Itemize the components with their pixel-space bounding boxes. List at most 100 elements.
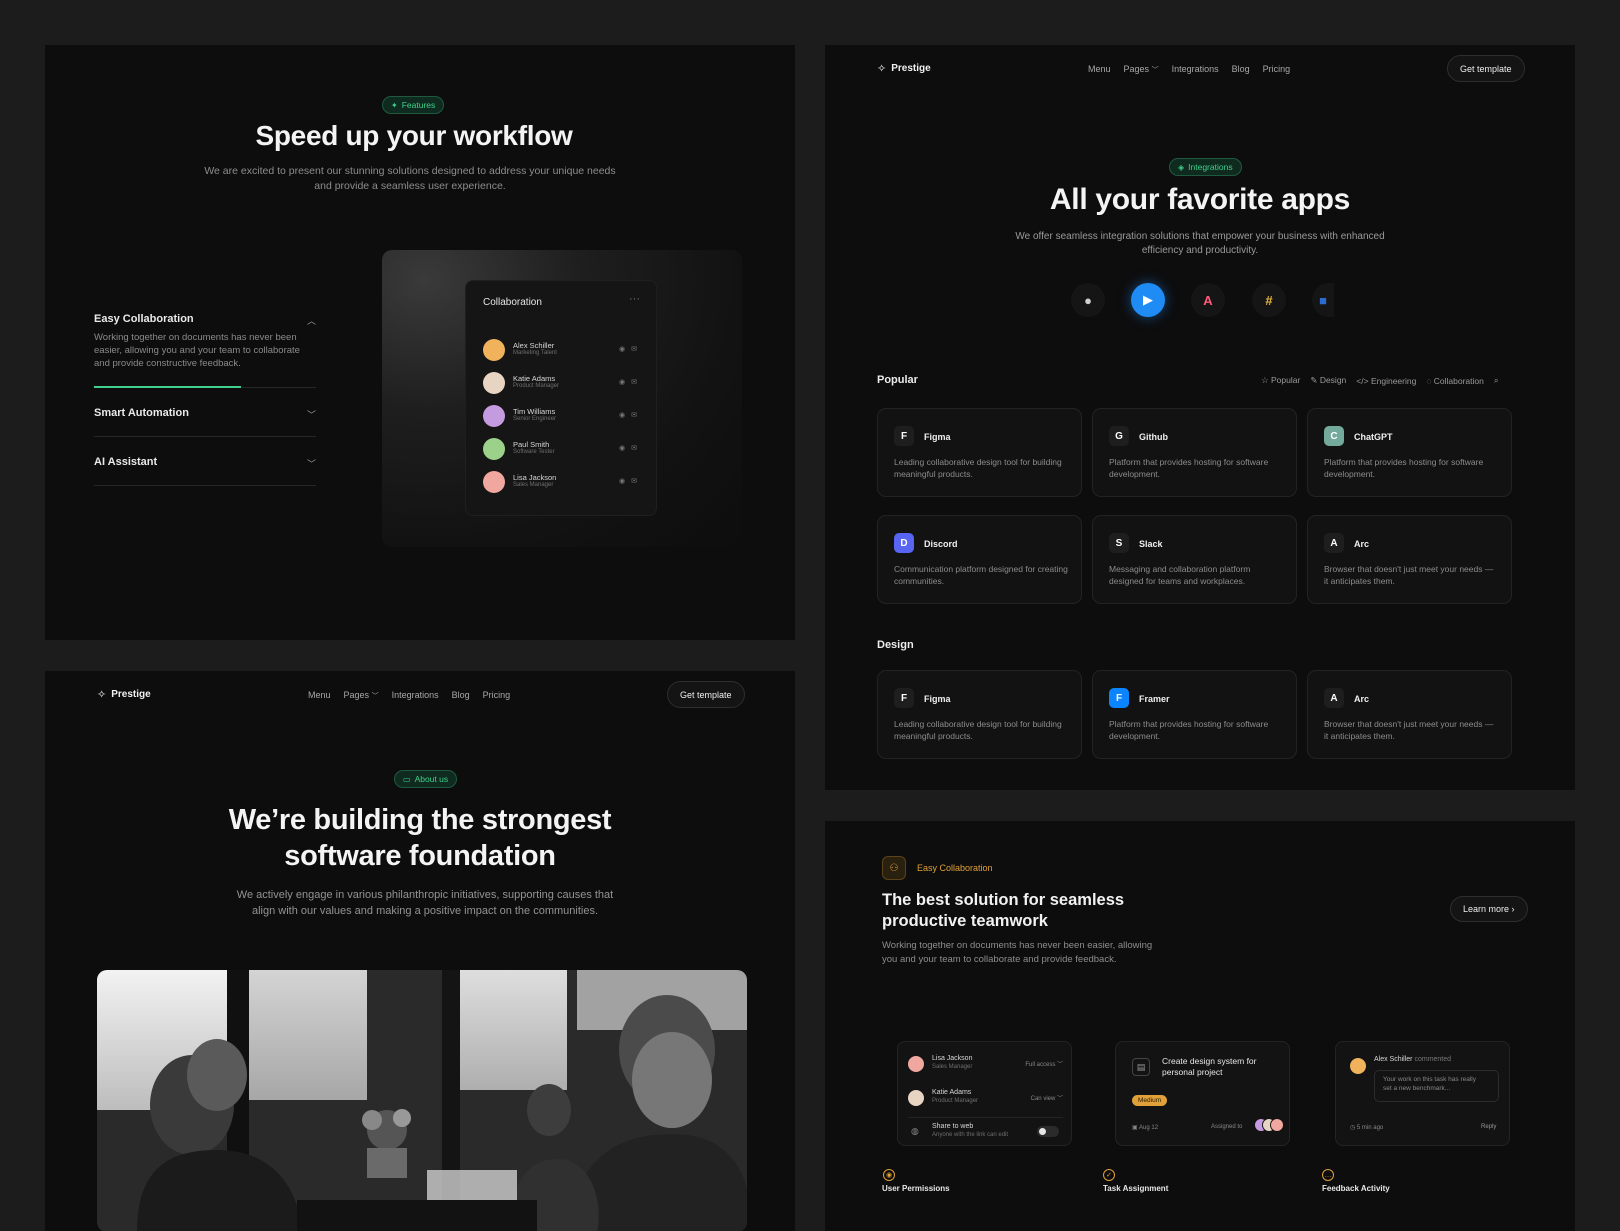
- nav-link-integrations[interactable]: Integrations: [1172, 64, 1219, 75]
- app-icon[interactable]: ■: [1312, 283, 1334, 317]
- nav-link-pricing[interactable]: Pricing: [483, 690, 511, 701]
- chevron-down-icon: ﹀: [371, 693, 379, 700]
- contact-icons[interactable]: ◉✉: [619, 411, 643, 419]
- filter-design[interactable]: ✎ Design: [1310, 375, 1346, 386]
- nav-link-menu[interactable]: Menu: [308, 690, 331, 701]
- reply-button[interactable]: Reply: [1481, 1124, 1496, 1130]
- share-toggle[interactable]: [1037, 1126, 1059, 1137]
- comment-header: Alex Schiller commented: [1374, 1056, 1452, 1063]
- accordion-divider: [94, 485, 316, 486]
- integration-card-discord[interactable]: D Discord Communication platform designed …: [877, 515, 1082, 604]
- search-icon[interactable]: ⌕: [1494, 375, 1499, 386]
- integration-name: Figma: [924, 694, 951, 704]
- contact-icons[interactable]: ◉✉: [619, 477, 643, 485]
- nav-link-blog[interactable]: Blog: [452, 690, 470, 701]
- nav-link-pages[interactable]: Pages ﹀: [1124, 64, 1159, 75]
- features-badge: ✦ Features: [382, 96, 445, 114]
- collaborator-row[interactable]: Lisa Jackson Sales Manager ◉✉: [483, 469, 643, 495]
- accordion-item-easy-collaboration[interactable]: Easy Collaboration ︿ Working together on…: [94, 313, 316, 370]
- avatar: [483, 405, 505, 427]
- collaborator-row[interactable]: Tim Williams Senior Engineer ◉✉: [483, 403, 643, 429]
- task-card: ▤ Create design system for personal proj…: [1115, 1041, 1290, 1146]
- integration-card-figma[interactable]: F Figma Leading collaborative design tool …: [877, 670, 1082, 759]
- about-badge: ▭ About us: [394, 770, 458, 788]
- slack-icon: S: [1109, 533, 1129, 553]
- page-subtitle: We are excited to present our stunning s…: [204, 165, 616, 192]
- contact-icons[interactable]: ◉✉: [619, 345, 643, 353]
- chatgpt-icon: C: [1324, 426, 1344, 446]
- feature-task-assignment: Task Assignment: [1103, 1184, 1169, 1193]
- integration-card-arc[interactable]: A Arc Browser that doesn't just meet your …: [1307, 670, 1512, 759]
- integration-description: Communication platform designed for crea…: [894, 564, 1068, 586]
- permission-row[interactable]: Katie Adams Product Manager Can view ﹀: [908, 1086, 1063, 1112]
- avatar: [483, 339, 505, 361]
- integration-card-chatgpt[interactable]: C ChatGPT Platform that provides hosting f…: [1307, 408, 1512, 497]
- learn-more-button[interactable]: Learn more ›: [1450, 896, 1528, 922]
- integration-card-slack[interactable]: S Slack Messaging and collaboration platfo…: [1092, 515, 1297, 604]
- chat-icon: ◌: [1426, 375, 1432, 386]
- contact-icons[interactable]: ◉✉: [619, 378, 643, 386]
- accordion-divider: [94, 436, 316, 437]
- integration-name: Slack: [1139, 539, 1163, 549]
- integration-description: Browser that doesn't just meet your need…: [1324, 564, 1494, 586]
- contact-icons[interactable]: ◉✉: [619, 444, 643, 452]
- get-template-button[interactable]: Get template: [1447, 55, 1525, 82]
- arc-icon[interactable]: A: [1191, 283, 1225, 317]
- page-title: Speed up your workflow: [255, 120, 573, 151]
- integrations-badge: ◈ Integrations: [1169, 158, 1242, 176]
- collaborator-name: Katie Adams: [513, 374, 556, 383]
- slack-icon[interactable]: #: [1252, 283, 1286, 317]
- filter-engineering[interactable]: </> Engineering: [1356, 376, 1416, 386]
- integration-name: Arc: [1354, 539, 1370, 549]
- collaborator-row[interactable]: Alex Schiller Marketing Talent ◉✉: [483, 337, 643, 363]
- nav-link-menu[interactable]: Menu: [1088, 64, 1111, 75]
- access-select[interactable]: Full access ﹀: [1025, 1059, 1063, 1068]
- accordion-item-ai-assistant[interactable]: AI Assistant ﹀: [94, 456, 316, 469]
- filter-popular[interactable]: ☆ Popular: [1261, 375, 1300, 386]
- section-title: The best solution for seamless productiv…: [882, 891, 1125, 930]
- github-icon[interactable]: ●: [1071, 283, 1105, 317]
- collaborator-role: Sales Manager: [513, 482, 554, 488]
- zoom-icon[interactable]: ▶: [1131, 283, 1165, 317]
- get-template-button[interactable]: Get template: [667, 681, 745, 708]
- integration-card-github[interactable]: G Github Platform that provides hosting fo…: [1092, 408, 1297, 497]
- brand-logo[interactable]: ✧ Prestige: [97, 688, 151, 701]
- avatar: [908, 1090, 924, 1106]
- collaborator-row[interactable]: Katie Adams Product Manager ◉✉: [483, 370, 643, 396]
- filter-collaboration[interactable]: ◌ Collaboration: [1426, 376, 1484, 386]
- accordion-item-smart-automation[interactable]: Smart Automation ﹀: [94, 407, 316, 420]
- integration-card-arc[interactable]: A Arc Browser that doesn't just meet your …: [1307, 515, 1512, 604]
- pen-icon: ✎: [1310, 375, 1318, 385]
- permission-row[interactable]: Lisa Jackson Sales Manager Full access ﹀: [908, 1052, 1063, 1078]
- avatar: [908, 1056, 924, 1072]
- accordion-progress-bar: [94, 386, 241, 388]
- integration-name: Framer: [1139, 694, 1170, 704]
- more-icon[interactable]: ···: [629, 293, 640, 305]
- nav-link-pricing[interactable]: Pricing: [1263, 64, 1291, 75]
- globe-icon: ◍: [911, 1126, 919, 1136]
- collaborator-role: Software Tester: [513, 449, 555, 455]
- collaborator-role: Senior Engineer: [513, 416, 557, 422]
- layers-icon: ◈: [1178, 162, 1185, 172]
- collaborator-row[interactable]: Paul Smith Software Tester ◉✉: [483, 436, 643, 462]
- collaborator-name: Lisa Jackson: [513, 473, 557, 482]
- github-icon: G: [1109, 426, 1129, 446]
- avatar: [483, 438, 505, 460]
- collaborator-role: Product Manager: [513, 383, 560, 389]
- integration-name: Discord: [924, 539, 958, 549]
- integration-name: Arc: [1354, 694, 1370, 704]
- nav-link-integrations[interactable]: Integrations: [392, 690, 439, 701]
- task-title: Create design system for personal projec…: [1162, 1056, 1257, 1077]
- popular-section-title: Popular: [877, 374, 918, 386]
- access-select[interactable]: Can view ﹀: [1031, 1093, 1063, 1102]
- priority-badge: Medium: [1132, 1095, 1168, 1106]
- integration-card-figma[interactable]: F Figma Leading collaborative design tool …: [877, 408, 1082, 497]
- category-filters: ☆ Popular ✎ Design </> Engineering ◌ Col…: [1261, 375, 1499, 386]
- figma-icon: F: [894, 426, 914, 446]
- integration-card-framer[interactable]: F Framer Platform that provides hosting fo…: [1092, 670, 1297, 759]
- collaborator-name: Tim Williams: [513, 407, 556, 416]
- nav-link-pages[interactable]: Pages ﹀: [344, 690, 379, 701]
- nav-link-blog[interactable]: Blog: [1232, 64, 1250, 75]
- integration-description: Browser that doesn't just meet your need…: [1324, 719, 1494, 741]
- brand-logo[interactable]: ✧ Prestige: [877, 62, 931, 75]
